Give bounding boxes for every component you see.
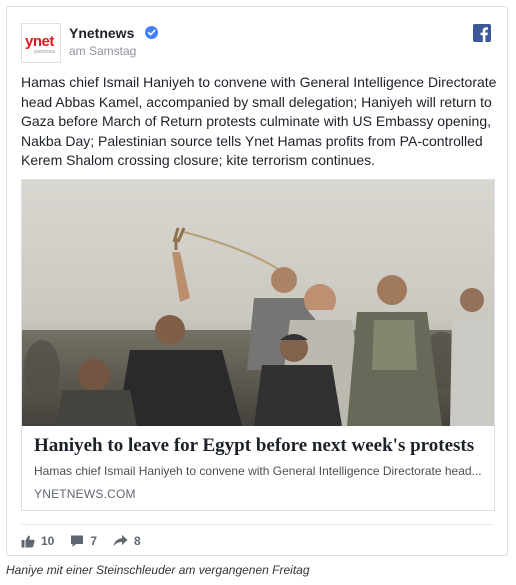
page-name[interactable]: Ynetnews [69,25,134,41]
share-button[interactable]: 8 [113,534,141,548]
share-icon [113,535,128,547]
image-caption: Haniye mit einer Steinschleuder am verga… [6,563,310,577]
link-preview-image [22,180,494,426]
link-title[interactable]: Haniyeh to leave for Egypt before next w… [34,435,486,457]
like-button[interactable]: 10 [21,534,54,548]
post-timestamp[interactable]: am Samstag [69,44,136,58]
divider [21,524,493,525]
link-preview[interactable]: Haniyeh to leave for Egypt before next w… [21,179,495,511]
link-description: Hamas chief Ismail Haniyeh to convene wi… [34,464,482,478]
ynet-logo: ynet [25,33,54,50]
comment-button[interactable]: 7 [70,534,97,548]
post-text: Hamas chief Ismail Haniyeh to convene wi… [21,74,497,168]
like-count: 10 [41,534,55,548]
ynet-logo-sub: ynetnews [34,49,56,55]
comment-icon [71,535,84,547]
share-count: 8 [134,534,141,548]
comment-count: 7 [90,534,98,548]
post-actions: 10 7 8 [21,533,157,549]
like-icon [21,535,35,548]
facebook-post-card: ynet ynetnews Ynetnews am Samstag Hamas … [6,6,508,556]
facebook-icon[interactable] [473,24,491,42]
verified-badge-icon [145,26,158,39]
link-domain: YNETNEWS.COM [34,487,136,501]
page-avatar[interactable]: ynet ynetnews [21,23,61,63]
